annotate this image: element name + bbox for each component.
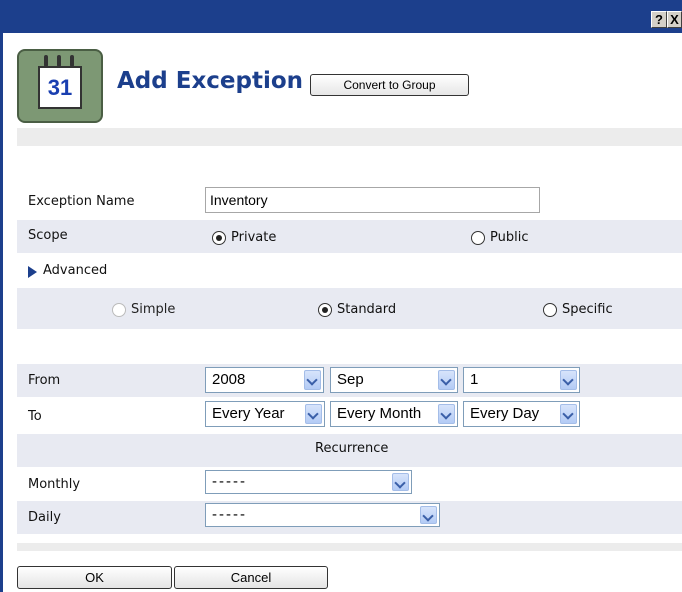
radio-disabled-icon — [112, 302, 126, 317]
radio-selected-icon — [318, 302, 332, 317]
to-day-select[interactable]: Every Day — [463, 401, 580, 427]
from-day-value: 1 — [470, 371, 479, 388]
daily-label: Daily — [28, 510, 61, 525]
window-border — [0, 33, 3, 592]
to-year-select[interactable]: Every Year — [205, 401, 325, 427]
to-year-value: Every Year — [212, 405, 285, 422]
to-label: To — [28, 409, 42, 424]
from-year-select[interactable]: 2008 — [205, 367, 324, 393]
convert-to-group-button[interactable]: Convert to Group — [310, 74, 469, 96]
chevron-down-icon — [305, 404, 322, 424]
to-month-select[interactable]: Every Month — [330, 401, 458, 427]
mode-standard-radio[interactable]: Standard — [318, 302, 396, 317]
calendar-icon: 31 — [17, 49, 103, 123]
from-year-value: 2008 — [212, 371, 246, 388]
expand-arrow-icon[interactable] — [28, 266, 37, 278]
daily-select[interactable]: ----- — [205, 503, 440, 527]
calendar-number: 31 — [38, 66, 82, 109]
scope-public-radio[interactable]: Public — [471, 230, 528, 245]
to-day-value: Every Day — [470, 405, 540, 422]
mode-specific-label: Specific — [562, 302, 613, 317]
help-icon[interactable]: ? — [651, 11, 667, 28]
close-icon[interactable]: X — [667, 11, 682, 28]
exception-name-field[interactable]: Inventory — [205, 187, 540, 213]
recurrence-heading: Recurrence — [315, 441, 389, 456]
scope-public-label: Public — [490, 230, 529, 245]
mode-specific-radio[interactable]: Specific — [543, 302, 613, 317]
chevron-down-icon — [560, 370, 577, 390]
mode-simple-label: Simple — [131, 302, 176, 317]
daily-value: ----- — [212, 506, 247, 523]
from-month-select[interactable]: Sep — [330, 367, 458, 393]
monthly-label: Monthly — [28, 477, 81, 492]
from-label: From — [28, 373, 61, 388]
to-month-value: Every Month — [337, 405, 422, 422]
page-title: Add Exception — [117, 68, 304, 94]
radio-empty-icon — [543, 302, 557, 317]
exception-name-label: Exception Name — [28, 194, 135, 209]
monthly-value: ----- — [212, 473, 247, 490]
mode-standard-label: Standard — [337, 302, 397, 317]
radio-selected-icon — [212, 230, 226, 245]
chevron-down-icon — [420, 506, 437, 524]
mode-simple-radio[interactable]: Simple — [112, 302, 175, 317]
monthly-select[interactable]: ----- — [205, 470, 412, 494]
from-day-select[interactable]: 1 — [463, 367, 580, 393]
title-bar: ? X — [0, 0, 682, 33]
ok-button[interactable]: OK — [17, 566, 172, 589]
scope-row: Scope — [17, 220, 682, 253]
advanced-toggle[interactable]: Advanced — [43, 263, 107, 278]
chevron-down-icon — [438, 404, 455, 424]
scope-private-label: Private — [231, 230, 277, 245]
chevron-down-icon — [438, 370, 455, 390]
chevron-down-icon — [392, 473, 409, 491]
scope-label: Scope — [28, 228, 68, 243]
footer-separator — [17, 543, 682, 551]
from-month-value: Sep — [337, 371, 364, 388]
cancel-button[interactable]: Cancel — [174, 566, 328, 589]
scope-private-radio[interactable]: Private — [212, 230, 276, 245]
separator-band — [17, 128, 682, 146]
radio-empty-icon — [471, 230, 485, 245]
chevron-down-icon — [560, 404, 577, 424]
chevron-down-icon — [304, 370, 321, 390]
